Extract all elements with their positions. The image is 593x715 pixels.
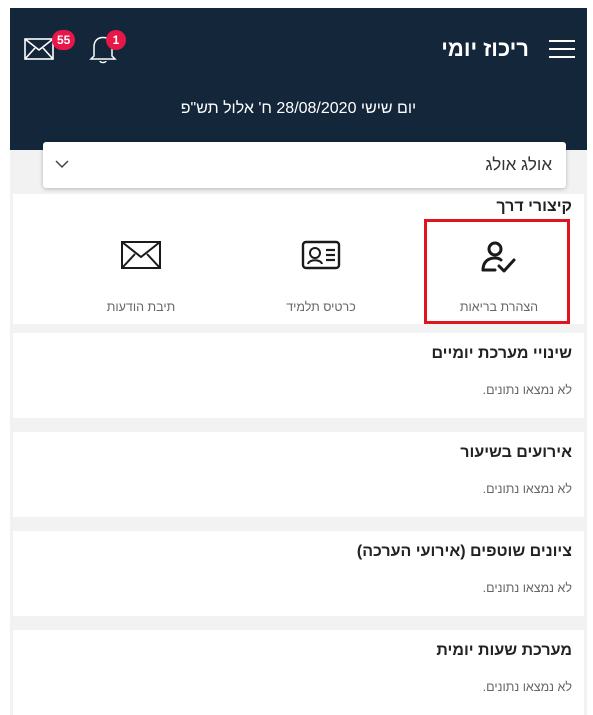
notifications-badge: 1 xyxy=(106,30,126,50)
empty-state: לא נמצאו נתונים. xyxy=(482,680,572,694)
shortcut-message-box[interactable]: תיבת הודעות xyxy=(66,220,216,320)
app-frame: ריכוז יומי 55 1 יום שישי 28/08/2020 ח' א… xyxy=(10,8,587,715)
student-select-value: אולג אולג xyxy=(485,155,552,174)
student-select[interactable]: אולג אולג xyxy=(43,142,566,188)
empty-state: לא נמצאו נתונים. xyxy=(482,581,572,595)
shortcut-student-card[interactable]: כרטיס תלמיד xyxy=(246,220,396,320)
chevron-down-icon xyxy=(55,160,69,169)
section-lesson-events: אירועים בשיעור לא נמצאו נתונים. xyxy=(13,432,584,517)
shortcut-health-declaration[interactable]: הצהרת בריאות xyxy=(424,220,574,320)
messages-button[interactable]: 55 xyxy=(24,30,76,64)
student-card-icon xyxy=(301,240,341,270)
menu-icon[interactable] xyxy=(549,40,575,60)
section-grades: ציונים שוטפים (אירועי הערכה) לא נמצאו נת… xyxy=(13,531,584,616)
section-title: מערכת שעות יומית xyxy=(436,642,572,659)
envelope-icon xyxy=(24,38,54,60)
shortcuts-title: קיצורי דרך xyxy=(496,198,572,215)
envelope-icon xyxy=(121,241,161,269)
notifications-button[interactable]: 1 xyxy=(88,30,126,66)
section-title: שינויי מערכת יומיים xyxy=(431,345,572,362)
shortcut-label: הצהרת בריאות xyxy=(459,300,539,314)
shortcuts-panel: קיצורי דרך הצהרת בריאות כרטיס תלמיד תיבת… xyxy=(13,194,584,324)
page-title: ריכוז יומי xyxy=(441,36,529,61)
section-daily-changes: שינויי מערכת יומיים לא נמצאו נתונים. xyxy=(13,333,584,418)
section-daily-schedule: מערכת שעות יומית לא נמצאו נתונים. xyxy=(13,630,584,715)
shortcut-label: כרטיס תלמיד xyxy=(286,300,356,314)
date-line: יום שישי 28/08/2020 ח' אלול תש"פ xyxy=(180,100,417,117)
empty-state: לא נמצאו נתונים. xyxy=(482,482,572,496)
section-title: ציונים שוטפים (אירועי הערכה) xyxy=(356,543,572,560)
shortcut-label: תיבת הודעות xyxy=(106,300,176,314)
empty-state: לא נמצאו נתונים. xyxy=(482,383,572,397)
health-declaration-icon xyxy=(481,241,516,273)
header: ריכוז יומי 55 1 יום שישי 28/08/2020 ח' א… xyxy=(10,8,587,150)
section-title: אירועים בשיעור xyxy=(460,444,572,461)
messages-badge: 55 xyxy=(52,30,76,50)
